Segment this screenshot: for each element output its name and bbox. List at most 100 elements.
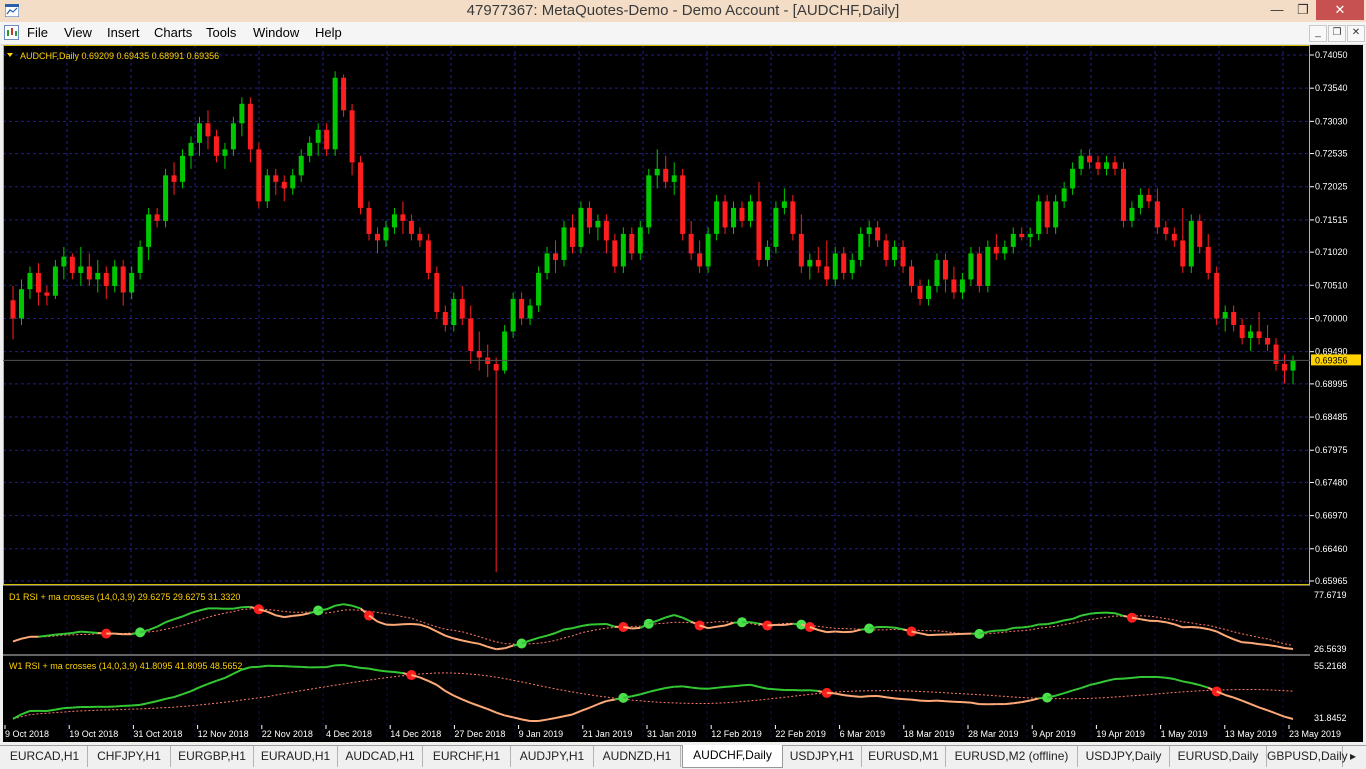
tab-gbpusd-daily[interactable]: GBPUSD,Daily (1267, 746, 1343, 767)
candle-body (926, 286, 931, 299)
candle-body (756, 201, 761, 260)
candles (11, 71, 1296, 572)
w1-rsi-line (1005, 703, 1013, 704)
date-tick-label: 9 Jan 2019 (519, 729, 564, 739)
d1-rsi-line (1064, 619, 1072, 621)
tab-audjpy-h1[interactable]: AUDJPY,H1 (511, 746, 594, 767)
w1-rsi-line (861, 696, 869, 697)
tab-eurusd-daily[interactable]: EURUSD,Daily (1170, 746, 1267, 767)
d1-rsi-line (64, 633, 72, 634)
w1-rsi-line (1030, 698, 1038, 700)
tab-eurchf-h1[interactable]: EURCHF,H1 (423, 746, 511, 767)
w1-rsi-line (1013, 702, 1021, 703)
w1-rsi-line (734, 685, 742, 686)
tab-audcad-h1[interactable]: AUDCAD,H1 (338, 746, 423, 767)
d1-rsi-line (920, 633, 928, 635)
maximize-button[interactable]: ❐ (1290, 0, 1316, 20)
menu-help[interactable]: Help (315, 25, 342, 40)
candle-body (197, 123, 202, 143)
menu-tools[interactable]: Tools (206, 25, 236, 40)
candle-body (951, 279, 956, 292)
child-minimize-button[interactable]: _ (1309, 25, 1327, 42)
d1-rsi-line (1140, 619, 1148, 621)
candle-body (1104, 162, 1109, 169)
tab-eurusd-m1[interactable]: EURUSD,M1 (862, 746, 946, 767)
menu-file[interactable]: File (27, 25, 48, 40)
chart-window[interactable]: 0.740500.735400.730300.725350.720250.715… (3, 45, 1363, 742)
d1-rsi-line (454, 638, 462, 640)
d1-rsi-line (767, 625, 775, 626)
date-tick-label: 9 Oct 2018 (5, 729, 49, 739)
candle-body (502, 331, 507, 370)
candle-body (1045, 201, 1050, 227)
w1-rsi-line (208, 681, 216, 684)
d1-rsi-line (318, 609, 326, 610)
candle-body (265, 175, 270, 201)
candle-body (790, 201, 795, 234)
menu-charts[interactable]: Charts (154, 25, 192, 40)
d1-rsi-line (1259, 644, 1267, 645)
candle-body (1223, 312, 1228, 319)
w1-rsi-line (496, 713, 504, 716)
candle-body (1163, 227, 1168, 234)
tab-eurusd-m2-offline[interactable]: EURUSD,M2 (offline) (946, 746, 1078, 767)
w1-rsi-line (166, 697, 174, 699)
d1-rsi-line (166, 619, 174, 622)
child-close-button[interactable]: ✕ (1347, 25, 1365, 42)
tab-euraud-h1[interactable]: EURAUD,H1 (254, 746, 338, 767)
menu-insert[interactable]: Insert (107, 25, 140, 40)
candle-body (222, 149, 227, 156)
candle-body (833, 253, 838, 279)
w1-rsi-line (632, 694, 640, 696)
minimize-button[interactable]: — (1262, 0, 1292, 20)
collapse-arrow-icon[interactable] (7, 53, 13, 57)
d1-rsi-line (344, 604, 352, 606)
candle-body (604, 221, 609, 241)
w1-rsi-line (1242, 701, 1250, 704)
tab-usdjpy-daily[interactable]: USDJPY,Daily (1078, 746, 1170, 767)
candle-body (1197, 221, 1202, 247)
current-price-label: 0.69356 (1315, 355, 1348, 365)
w1-rsi-line (352, 666, 360, 667)
candle-body (299, 156, 304, 176)
tabs-scroll-arrow-icon[interactable]: ▸ (1343, 746, 1363, 767)
candle-body (367, 208, 372, 234)
candle-body (434, 273, 439, 312)
candle-body (782, 201, 787, 208)
price-tick-label: 0.73540 (1315, 83, 1348, 93)
w1-rsi-line (1191, 683, 1199, 685)
candle-body (1248, 331, 1253, 338)
candle-body (155, 214, 160, 221)
d1-rsi-line (445, 636, 453, 639)
w1-rsi-line (666, 687, 674, 688)
chart-canvas[interactable]: 0.740500.735400.730300.725350.720250.715… (3, 45, 1363, 742)
main-chart-header: AUDCHF,Daily 0.69209 0.69435 0.68991 0.6… (20, 51, 219, 61)
child-restore-button[interactable]: ❐ (1328, 25, 1346, 42)
tab-audchf-daily[interactable]: AUDCHF,Daily (682, 745, 783, 768)
d1-rsi-line (55, 634, 63, 635)
w1-rsi-line (488, 709, 496, 713)
candle-body (799, 234, 804, 267)
d1-rsi-line (13, 639, 21, 642)
close-button[interactable]: ✕ (1316, 0, 1364, 20)
menu-view[interactable]: View (64, 25, 92, 40)
d1-rsi-line (1200, 628, 1208, 630)
tab-eurgbp-h1[interactable]: EURGBP,H1 (171, 746, 254, 767)
indicator1-tick-low: 26.5639 (1314, 644, 1347, 654)
candle-body (977, 253, 982, 286)
tab-audnzd-h1[interactable]: AUDNZD,H1 (594, 746, 681, 767)
price-tick-label: 0.68995 (1315, 379, 1348, 389)
tab-chfjpy-h1[interactable]: CHFJPY,H1 (88, 746, 171, 767)
w1-rsi-line (835, 694, 843, 696)
menu-window[interactable]: Window (253, 25, 299, 40)
w1-rsi-line (759, 687, 767, 689)
w1-rsi-line (657, 688, 665, 690)
tab-usdjpy-h1[interactable]: USDJPY,H1 (783, 746, 862, 767)
candle-body (1257, 331, 1262, 338)
w1-rsi-line (1268, 710, 1276, 713)
w1-rsi-line (386, 671, 394, 672)
date-tick-label: 27 Dec 2018 (454, 729, 505, 739)
candle-body (1189, 221, 1194, 267)
w1-rsi-line (1132, 677, 1140, 678)
tab-eurcad-h1[interactable]: EURCAD,H1 (2, 746, 88, 767)
